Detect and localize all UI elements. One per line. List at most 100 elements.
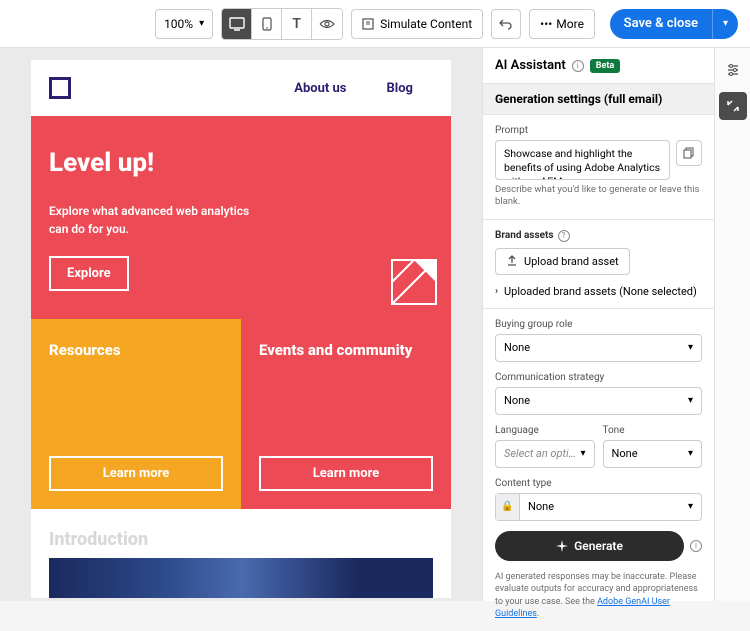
top-toolbar: 100% ▾ T Simulate Content ••• More Save …: [0, 0, 750, 48]
copy-prompt-button[interactable]: [676, 140, 702, 166]
collapse-rail-button[interactable]: [719, 92, 747, 120]
mobile-icon: [262, 17, 272, 31]
hero-cta-button[interactable]: Explore: [49, 256, 129, 291]
text-icon: T: [292, 16, 301, 32]
nav-about[interactable]: About us: [294, 81, 346, 96]
events-card: Events and community Learn more: [241, 319, 451, 509]
undo-icon: [499, 18, 513, 30]
tone-label: Tone: [603, 425, 703, 436]
resources-card: Resources Learn more: [31, 319, 241, 509]
simulate-label: Simulate Content: [380, 17, 472, 31]
desktop-view-button[interactable]: [222, 9, 252, 39]
desktop-icon: [229, 17, 245, 31]
chevron-down-icon: ▾: [580, 448, 585, 459]
content-type-select[interactable]: 🔒 None ▾: [495, 493, 702, 521]
chevron-down-icon: ▾: [723, 18, 728, 29]
hero-subtitle: Explore what advanced web analytics can …: [49, 202, 259, 238]
device-selector: T: [221, 8, 343, 40]
tone-value: None: [612, 447, 638, 460]
sparkle-icon: [556, 540, 568, 552]
dots-icon: •••: [540, 17, 552, 31]
tone-select[interactable]: None ▾: [603, 440, 703, 468]
buying-role-select[interactable]: None ▾: [495, 334, 702, 362]
zoom-select[interactable]: 100% ▾: [155, 9, 213, 39]
save-dropdown-button[interactable]: ▾: [712, 9, 738, 39]
prompt-label: Prompt: [495, 125, 702, 136]
events-cta-button[interactable]: Learn more: [259, 456, 433, 491]
logo-icon: [49, 77, 71, 99]
canvas-area: About us Blog Level up! Explore what adv…: [0, 48, 482, 601]
prompt-help: Describe what you'd like to generate or …: [495, 184, 702, 209]
sliders-icon: [726, 63, 740, 77]
card-title: Resources: [49, 341, 223, 361]
brand-assets-label: Brand assets: [495, 230, 554, 241]
email-canvas[interactable]: About us Blog Level up! Explore what adv…: [31, 60, 451, 598]
generate-button[interactable]: Generate: [495, 531, 684, 561]
cards-row: Resources Learn more Events and communit…: [31, 319, 451, 509]
email-nav: About us Blog: [31, 60, 451, 116]
prompt-section: Prompt Describe what you'd like to gener…: [483, 115, 714, 219]
hero-title: Level up!: [49, 148, 433, 178]
mobile-view-button[interactable]: [252, 9, 282, 39]
intro-section: Introduction: [31, 509, 451, 558]
resources-cta-button[interactable]: Learn more: [49, 456, 223, 491]
right-rail: [714, 48, 750, 601]
nav-links: About us Blog: [294, 81, 433, 96]
collapse-icon: [727, 100, 739, 112]
chevron-down-icon: ▾: [688, 501, 693, 512]
uploaded-assets-toggle[interactable]: › Uploaded brand assets (None selected): [495, 285, 702, 298]
simulate-icon: [362, 18, 374, 30]
ai-assistant-panel: AI Assistant i Beta Generation settings …: [482, 48, 714, 601]
undo-button[interactable]: [491, 9, 521, 39]
save-button[interactable]: Save & close: [610, 9, 712, 39]
preview-button[interactable]: [312, 9, 342, 39]
main-area: About us Blog Level up! Explore what adv…: [0, 48, 750, 601]
more-button[interactable]: ••• More: [529, 9, 595, 39]
upload-brand-button[interactable]: Upload brand asset: [495, 248, 630, 275]
chevron-down-icon: ▾: [199, 18, 204, 29]
language-select[interactable]: Select an opti… ▾: [495, 440, 595, 468]
copy-icon: [683, 147, 695, 159]
chevron-right-icon: ›: [495, 286, 498, 297]
text-view-button[interactable]: T: [282, 9, 312, 39]
nav-blog[interactable]: Blog: [386, 81, 413, 96]
eye-icon: [319, 19, 335, 29]
buying-role-value: None: [504, 341, 530, 354]
upload-icon: [506, 255, 518, 267]
upload-label: Upload brand asset: [524, 255, 619, 268]
chevron-down-icon: ▾: [688, 342, 693, 353]
content-type-value: None: [528, 500, 554, 513]
lock-icon: 🔒: [496, 494, 520, 520]
section-heading: Generation settings (full email): [483, 83, 714, 115]
panel-title: AI Assistant: [495, 58, 566, 73]
language-value: Select an opti…: [504, 447, 576, 460]
geometric-icon: [391, 259, 437, 305]
uploaded-label: Uploaded brand assets (None selected): [504, 285, 697, 298]
buying-role-label: Buying group role: [495, 319, 702, 330]
info-icon[interactable]: i: [690, 540, 702, 552]
comm-strategy-select[interactable]: None ▾: [495, 387, 702, 415]
beta-badge: Beta: [590, 59, 620, 73]
content-type-label: Content type: [495, 478, 702, 489]
options-section: Buying group role None ▾ Communication s…: [483, 309, 714, 631]
info-icon[interactable]: i: [572, 60, 584, 72]
zoom-value: 100%: [164, 17, 193, 31]
hero-section: Level up! Explore what advanced web anal…: [31, 116, 451, 319]
more-label: More: [556, 17, 584, 31]
prompt-input[interactable]: [495, 140, 670, 180]
info-icon[interactable]: ?: [558, 230, 570, 242]
settings-rail-button[interactable]: [719, 56, 747, 84]
intro-title: Introduction: [49, 529, 433, 550]
card-title: Events and community: [259, 341, 433, 361]
comm-strategy-label: Communication strategy: [495, 372, 702, 383]
comm-strategy-value: None: [504, 394, 530, 407]
disclaimer-text: AI generated responses may be inaccurate…: [495, 571, 702, 621]
language-label: Language: [495, 425, 595, 436]
image-placeholder: [49, 558, 433, 598]
panel-header: AI Assistant i Beta: [483, 48, 714, 83]
chevron-down-icon: ▾: [688, 395, 693, 406]
generate-label: Generate: [574, 539, 623, 553]
simulate-content-button[interactable]: Simulate Content: [351, 9, 483, 39]
brand-section: Brand assets ? Upload brand asset › Uplo…: [483, 220, 714, 308]
chevron-down-icon: ▾: [688, 448, 693, 459]
